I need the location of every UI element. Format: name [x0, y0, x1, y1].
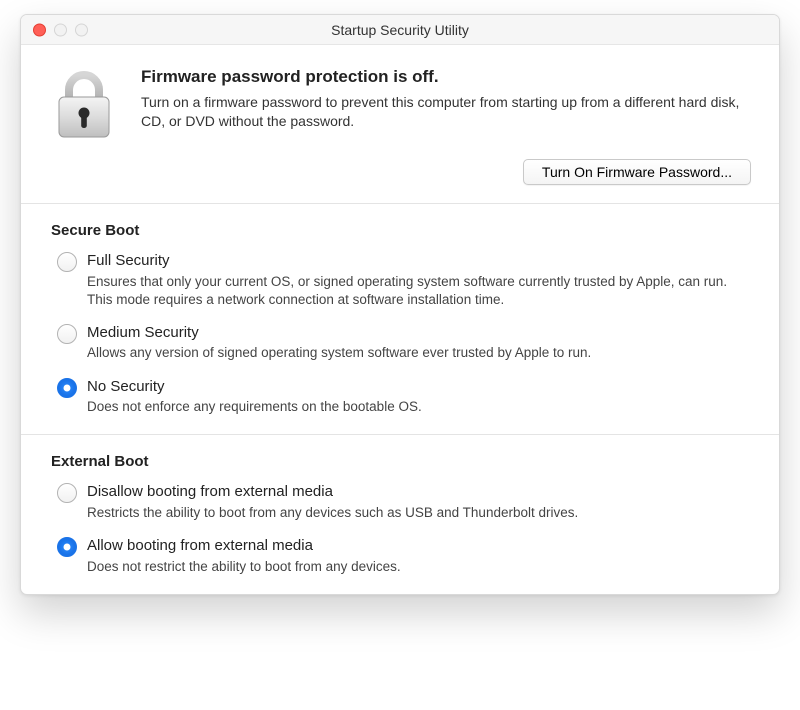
option-description: Does not enforce any requirements on the…: [87, 398, 749, 416]
option-label: Disallow booting from external media: [87, 482, 749, 502]
secure-boot-heading: Secure Boot: [51, 222, 749, 239]
option-description: Allows any version of signed operating s…: [87, 344, 749, 362]
radio-icon[interactable]: [57, 483, 77, 503]
secure-boot-option-medium[interactable]: Medium Security Allows any version of si…: [51, 323, 749, 377]
secure-boot-option-none[interactable]: No Security Does not enforce any require…: [51, 377, 749, 421]
close-button[interactable]: [33, 23, 46, 36]
firmware-description: Turn on a firmware password to prevent t…: [141, 93, 751, 131]
minimize-button[interactable]: [54, 23, 67, 36]
option-description: Does not restrict the ability to boot fr…: [87, 558, 749, 576]
option-label: Medium Security: [87, 323, 749, 343]
firmware-button-row: Turn On Firmware Password...: [21, 149, 779, 203]
external-boot-heading: External Boot: [51, 453, 749, 470]
radio-icon[interactable]: [57, 537, 77, 557]
traffic-lights: [33, 23, 88, 36]
option-label: No Security: [87, 377, 749, 397]
external-boot-option-disallow[interactable]: Disallow booting from external media Res…: [51, 482, 749, 536]
zoom-button[interactable]: [75, 23, 88, 36]
radio-icon[interactable]: [57, 378, 77, 398]
firmware-text: Firmware password protection is off. Tur…: [141, 67, 751, 131]
option-label: Full Security: [87, 251, 749, 271]
secure-boot-option-full[interactable]: Full Security Ensures that only your cur…: [51, 251, 749, 323]
option-description: Ensures that only your current OS, or si…: [87, 273, 749, 309]
window: Startup Security Utility: [20, 14, 780, 595]
radio-icon[interactable]: [57, 252, 77, 272]
firmware-heading: Firmware password protection is off.: [141, 67, 751, 87]
option-description: Restricts the ability to boot from any d…: [87, 504, 749, 522]
secure-boot-section: Secure Boot Full Security Ensures that o…: [21, 204, 779, 434]
window-title: Startup Security Utility: [331, 22, 469, 38]
external-boot-option-allow[interactable]: Allow booting from external media Does n…: [51, 536, 749, 580]
turn-on-firmware-password-button[interactable]: Turn On Firmware Password...: [523, 159, 751, 185]
titlebar: Startup Security Utility: [21, 15, 779, 45]
external-boot-section: External Boot Disallow booting from exte…: [21, 435, 779, 593]
lock-icon: [49, 67, 119, 139]
radio-icon[interactable]: [57, 324, 77, 344]
firmware-header: Firmware password protection is off. Tur…: [21, 45, 779, 149]
option-label: Allow booting from external media: [87, 536, 749, 556]
